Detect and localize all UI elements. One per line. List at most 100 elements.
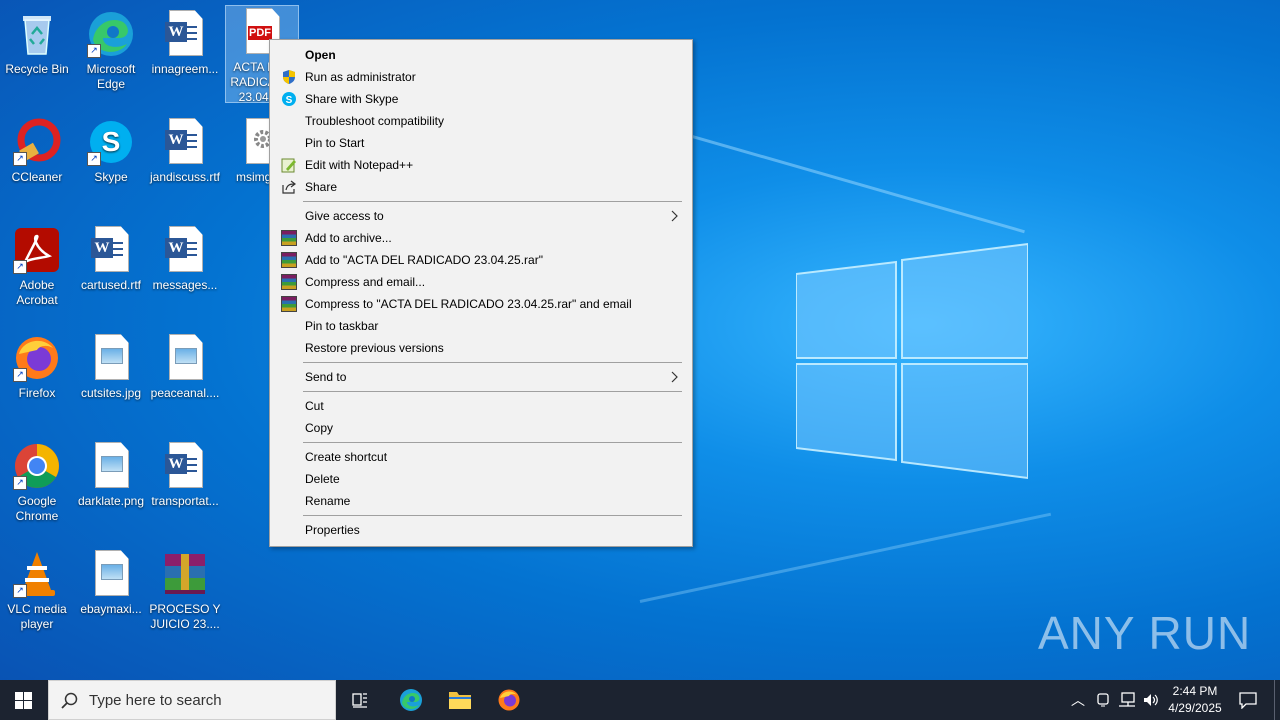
winrar-icon	[281, 296, 297, 312]
menu-item-edit-with-notepad[interactable]: Edit with Notepad++	[272, 154, 690, 176]
svg-text:S: S	[102, 126, 121, 157]
menu-item-add-to-archive[interactable]: Add to archive...	[272, 227, 690, 249]
menu-item-run-as-administrator[interactable]: Run as administrator	[272, 66, 690, 88]
svg-text:S: S	[286, 95, 293, 106]
chevron-up-icon[interactable]: ︿	[1071, 690, 1085, 710]
desktop-icon-cartused[interactable]: W cartused.rtf	[75, 224, 147, 293]
shortcut-arrow-icon: ↗	[13, 368, 27, 382]
device-icon[interactable]	[1096, 692, 1110, 708]
volume-icon[interactable]	[1142, 692, 1160, 708]
desktop-icon-label: cartused.rtf	[80, 278, 142, 292]
menu-item-label: Copy	[305, 421, 334, 435]
windows-wallpaper-logo	[796, 242, 1028, 480]
menu-item-add-to-rar[interactable]: Add to "ACTA DEL RADICADO 23.04.25.rar"	[272, 249, 690, 271]
network-icon[interactable]	[1118, 692, 1136, 708]
menu-item-label: Restore previous versions	[305, 341, 444, 355]
taskbar-file-explorer-button[interactable]	[437, 680, 483, 720]
menu-item-label: Give access to	[305, 209, 384, 223]
menu-item-troubleshoot-compatibility[interactable]: Troubleshoot compatibility	[272, 110, 690, 132]
desktop-icon-label: PROCESO Y JUICIO 23....	[149, 602, 221, 631]
image-file-icon	[161, 334, 209, 382]
desktop-icon-label: transportat...	[151, 494, 219, 508]
word-document-icon: W	[161, 118, 209, 166]
menu-item-open[interactable]: Open	[272, 44, 690, 66]
desktop-icon-microsoft-edge[interactable]: ↗ Microsoft Edge	[75, 8, 147, 92]
desktop-icon-peaceanal[interactable]: peaceanal....	[149, 332, 221, 401]
desktop-icon-jandiscuss[interactable]: W jandiscuss.rtf	[149, 116, 221, 185]
menu-item-pin-to-start[interactable]: Pin to Start	[272, 132, 690, 154]
menu-item-label: Share with Skype	[305, 92, 399, 106]
taskbar-clock[interactable]: 2:44 PM 4/29/2025	[1160, 683, 1230, 717]
desktop-icon-label: jandiscuss.rtf	[149, 170, 221, 184]
menu-separator	[303, 515, 682, 516]
menu-item-share[interactable]: Share	[272, 176, 690, 198]
desktop-icon-firefox[interactable]: ↗ Firefox	[1, 332, 73, 401]
menu-item-compress-to-rar-and-email[interactable]: Compress to "ACTA DEL RADICADO 23.04.25.…	[272, 293, 690, 315]
menu-item-copy[interactable]: Copy	[272, 417, 690, 439]
desktop-icon-skype[interactable]: S ↗ Skype	[75, 116, 147, 185]
winrar-icon	[281, 252, 297, 268]
microsoft-edge-icon	[400, 689, 422, 711]
show-desktop-button[interactable]	[1274, 680, 1275, 720]
desktop-icon-proceso-y-juicio[interactable]: PROCESO Y JUICIO 23....	[149, 548, 221, 632]
vlc-icon: ↗	[13, 550, 61, 598]
menu-item-label: Send to	[305, 370, 347, 384]
desktop-icon-messages[interactable]: W messages...	[149, 224, 221, 293]
menu-item-label: Create shortcut	[305, 450, 388, 464]
menu-item-restore-previous-versions[interactable]: Restore previous versions	[272, 337, 690, 359]
winrar-archive-icon	[161, 550, 209, 598]
menu-item-share-with-skype[interactable]: S Share with Skype	[272, 88, 690, 110]
desktop-icon-ebaymaxi[interactable]: ebaymaxi...	[75, 548, 147, 617]
start-button[interactable]	[0, 680, 48, 720]
desktop-icon-google-chrome[interactable]: ↗ Google Chrome	[1, 440, 73, 524]
winrar-icon	[281, 274, 297, 290]
firefox-icon: ↗	[13, 334, 61, 382]
menu-separator	[303, 391, 682, 392]
shortcut-arrow-icon: ↗	[13, 260, 27, 274]
desktop-icon-cutsites[interactable]: cutsites.jpg	[75, 332, 147, 401]
menu-item-label: Cut	[305, 399, 324, 413]
notification-center-icon[interactable]	[1238, 691, 1258, 709]
taskbar: Type here to search ︿ 2:44 PM 4/29/2025	[0, 680, 1280, 720]
menu-item-give-access-to[interactable]: Give access to	[272, 205, 690, 227]
menu-separator	[303, 442, 682, 443]
desktop-icon-label: innagreem...	[151, 62, 219, 76]
desktop-icon-vlc[interactable]: ↗ VLC media player	[1, 548, 73, 632]
desktop-icon-label: Microsoft Edge	[86, 62, 136, 91]
wallpaper-beam	[639, 512, 1052, 603]
desktop-icon-label: darklate.png	[77, 494, 145, 508]
menu-item-create-shortcut[interactable]: Create shortcut	[272, 446, 690, 468]
firefox-icon	[498, 689, 520, 711]
taskbar-firefox-button[interactable]	[486, 680, 532, 720]
desktop-icon-label: Recycle Bin	[5, 62, 69, 76]
word-document-icon: W	[161, 10, 209, 58]
desktop-icon-innagreem[interactable]: W innagreem...	[149, 8, 221, 77]
taskbar-search-box[interactable]: Type here to search	[48, 680, 336, 720]
task-view-button[interactable]	[338, 680, 382, 720]
menu-item-cut[interactable]: Cut	[272, 395, 690, 417]
menu-item-pin-to-taskbar[interactable]: Pin to taskbar	[272, 315, 690, 337]
menu-item-send-to[interactable]: Send to	[272, 366, 690, 388]
skype-icon: S ↗	[87, 118, 135, 166]
menu-item-label: Delete	[305, 472, 340, 486]
image-file-icon	[87, 550, 135, 598]
menu-item-label: Pin to taskbar	[305, 319, 379, 333]
menu-item-label: Troubleshoot compatibility	[305, 114, 444, 128]
desktop-icon-label: VLC media player	[7, 602, 67, 631]
context-menu: Open Run as administrator S Share with S…	[269, 39, 693, 547]
desktop-icon-darklate[interactable]: darklate.png	[75, 440, 147, 509]
menu-item-compress-and-email[interactable]: Compress and email...	[272, 271, 690, 293]
menu-item-delete[interactable]: Delete	[272, 468, 690, 490]
menu-item-label: Pin to Start	[305, 136, 365, 150]
adobe-acrobat-icon: ↗	[13, 226, 61, 274]
menu-item-rename[interactable]: Rename	[272, 490, 690, 512]
chevron-right-icon	[671, 371, 678, 383]
desktop-icon-ccleaner[interactable]: ↗ CCleaner	[1, 116, 73, 185]
desktop-icon-label: messages...	[152, 278, 218, 292]
desktop-icon-adobe-acrobat[interactable]: ↗ Adobe Acrobat	[1, 224, 73, 308]
desktop-icon-recycle-bin[interactable]: Recycle Bin	[1, 8, 73, 77]
task-view-icon	[352, 693, 367, 708]
taskbar-edge-button[interactable]	[388, 680, 434, 720]
desktop-icon-transportat[interactable]: W transportat...	[149, 440, 221, 509]
menu-item-properties[interactable]: Properties	[272, 519, 690, 541]
